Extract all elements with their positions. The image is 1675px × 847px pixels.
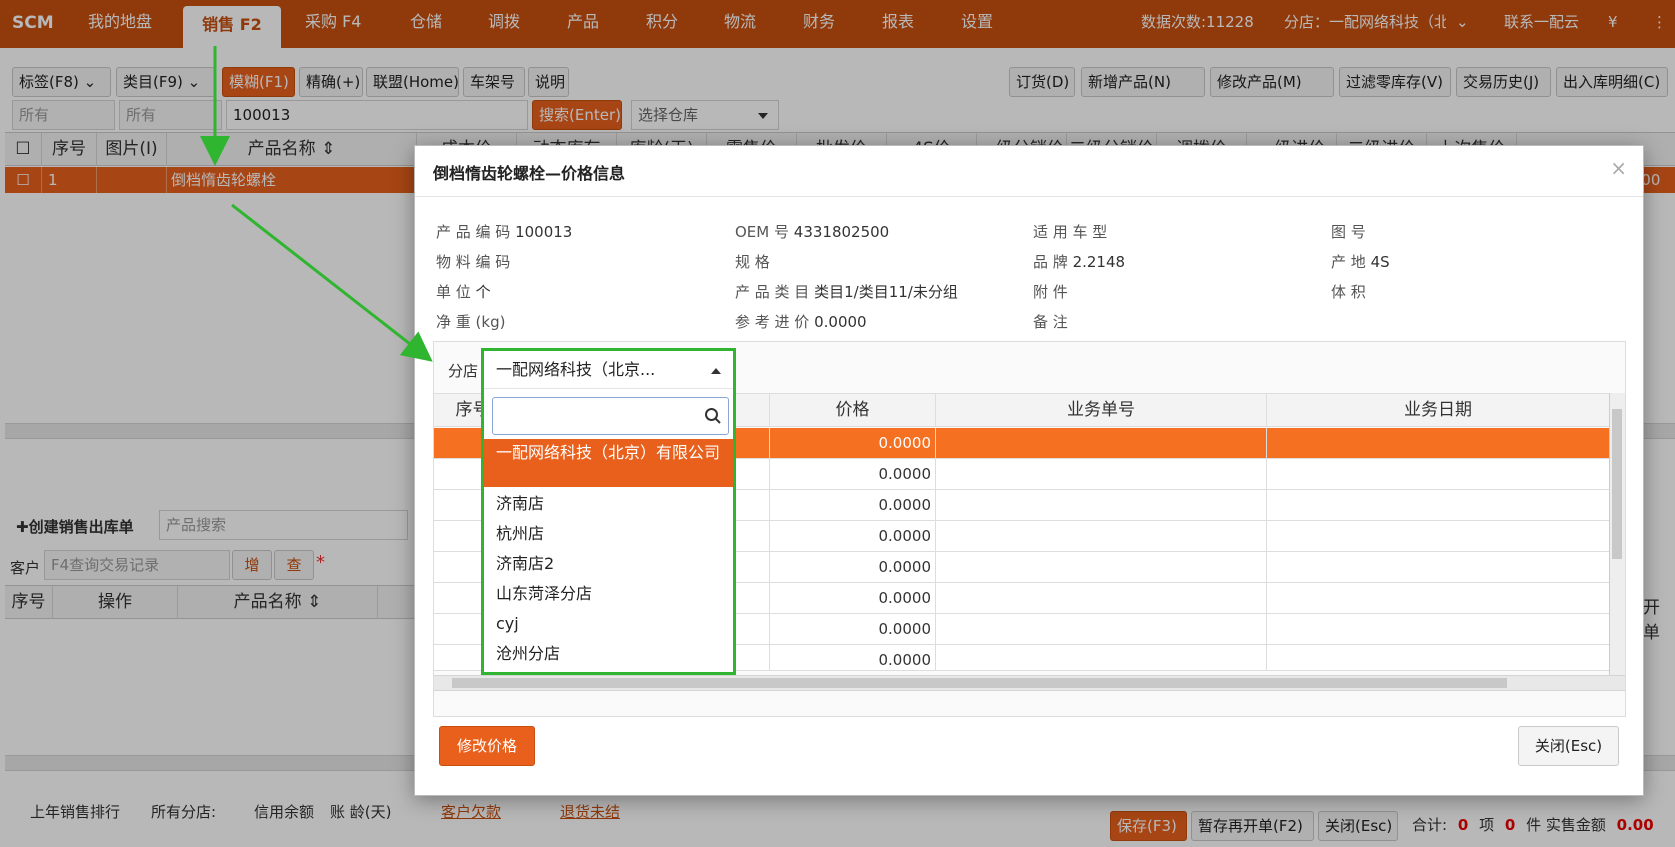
arrow-to-branch-dropdown [231,203,433,362]
annotation-arrows [200,46,433,362]
